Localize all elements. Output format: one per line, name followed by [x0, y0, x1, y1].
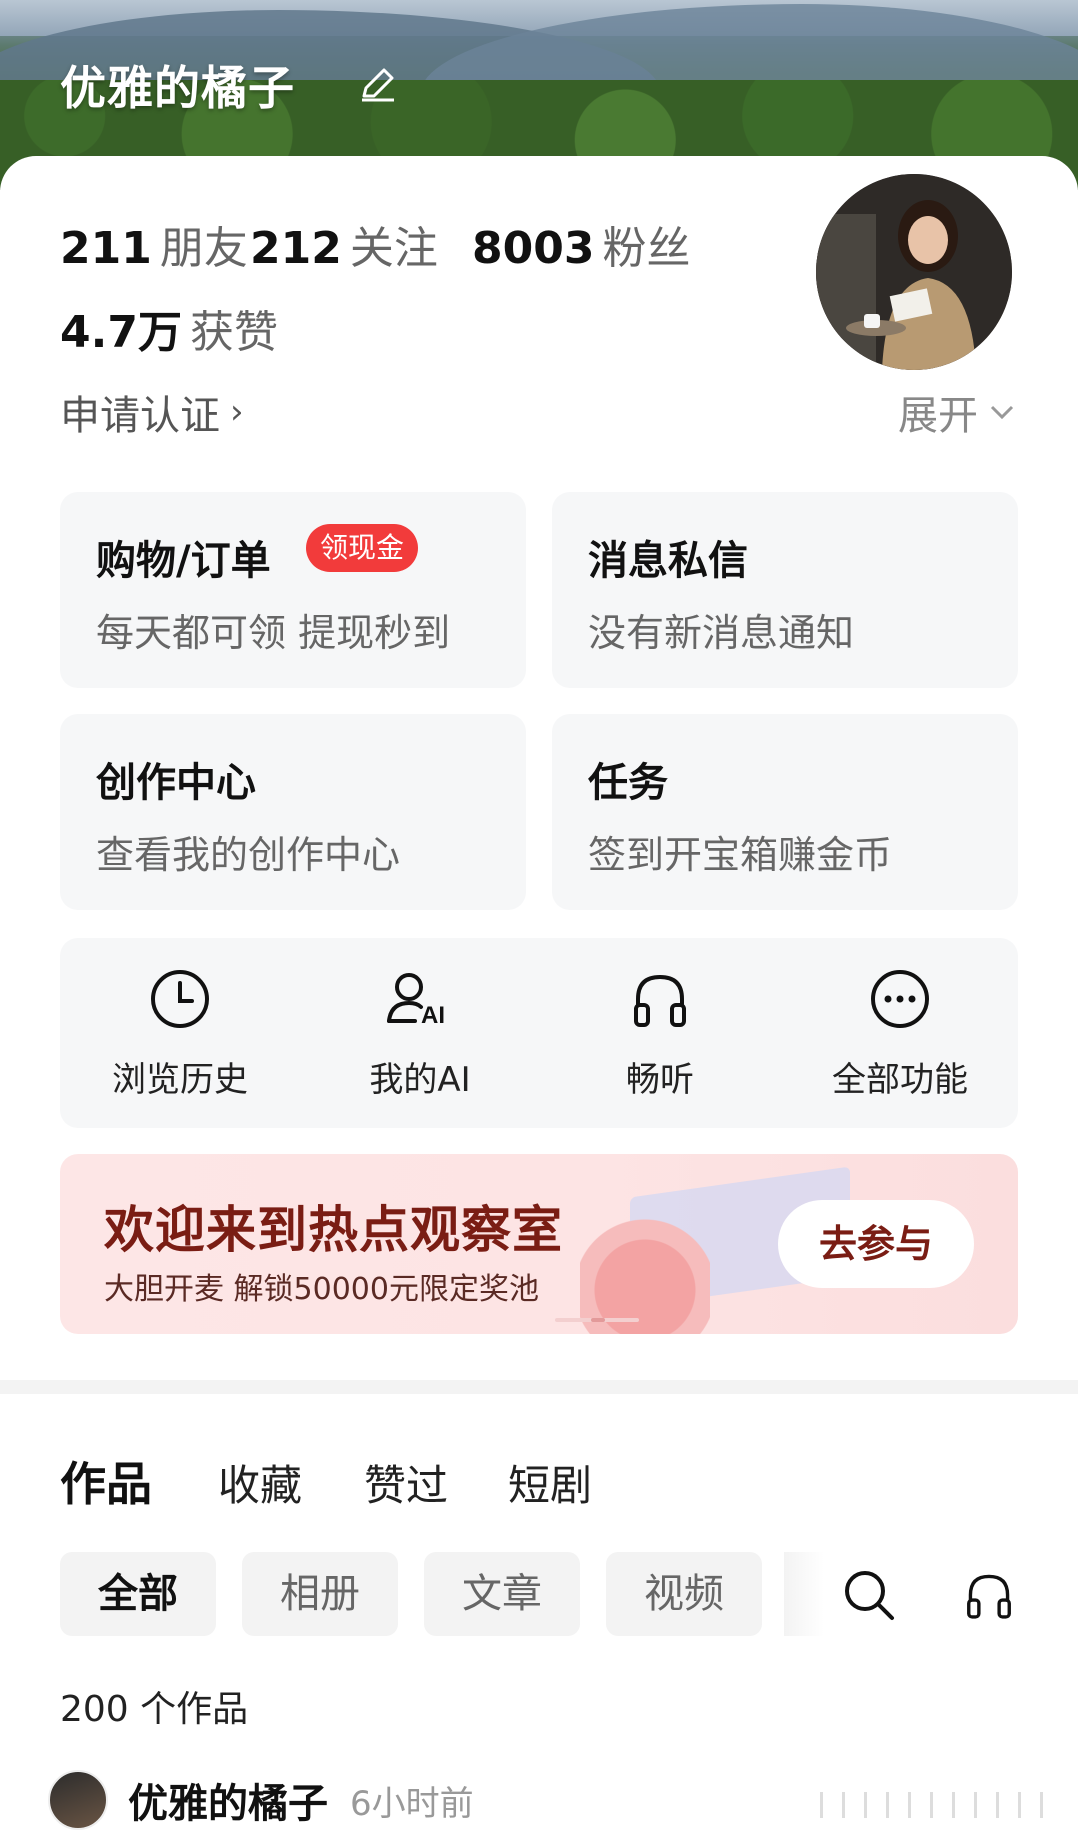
stat-label: 关注	[349, 223, 438, 274]
stat-label: 获赞	[189, 307, 278, 358]
avatar[interactable]	[810, 168, 1018, 376]
quick-action-listen[interactable]: 畅听	[540, 964, 780, 1101]
tab-works[interactable]: 作品	[60, 1448, 152, 1514]
filter-chip-all[interactable]: 全部	[60, 1552, 216, 1636]
cash-badge: 领现金	[306, 524, 419, 572]
verify-label: 申请认证	[60, 393, 220, 439]
stat-following[interactable]: 212 关注	[250, 212, 438, 276]
tile-messages[interactable]: 消息私信 没有新消息通知	[552, 492, 1018, 688]
quick-action-label: 我的AI	[369, 1060, 471, 1100]
banner-subtitle: 大胆开麦 解锁50000元限定奖池	[104, 1272, 539, 1307]
tile-title: 购物/订单	[96, 538, 271, 584]
tile-shopping-orders[interactable]: 购物/订单 领现金 每天都可领 提现秒到	[60, 492, 526, 688]
quick-action-label: 畅听	[626, 1060, 694, 1100]
stat-followers[interactable]: 8003 粉丝	[472, 212, 690, 276]
tile-creator-center[interactable]: 创作中心 查看我的创作中心	[60, 714, 526, 910]
expand-label: 展开	[898, 393, 978, 439]
post-author-avatar[interactable]	[48, 1770, 108, 1830]
more-dots-icon	[871, 970, 929, 1028]
clock-icon	[151, 970, 209, 1028]
tile-subtitle: 每天都可领 提现秒到	[96, 611, 451, 655]
post-preview-decoration	[820, 1792, 1060, 1818]
profile-username: 优雅的橘子	[60, 61, 295, 115]
tile-title: 消息私信	[588, 538, 748, 584]
filter-chip-album[interactable]: 相册	[242, 1552, 398, 1636]
filter-chip-article[interactable]: 文章	[424, 1552, 580, 1636]
stat-label: 朋友	[159, 223, 248, 274]
ai-user-icon: AI	[387, 973, 445, 1029]
tab-favorites[interactable]: 收藏	[218, 1452, 302, 1513]
stat-likes[interactable]: 4.7万 获赞	[60, 296, 278, 360]
banner-title: 欢迎来到热点观察室	[104, 1201, 563, 1259]
quick-action-label: 全部功能	[832, 1060, 968, 1100]
tab-liked[interactable]: 赞过	[364, 1452, 448, 1513]
post-author-name[interactable]: 优雅的橘子	[128, 1771, 328, 1829]
headphones-icon[interactable]	[962, 1568, 1016, 1622]
flame-icon	[580, 1206, 710, 1334]
quick-actions-bar: 浏览历史 AI 我的AI 畅听 全部功能	[60, 938, 1018, 1128]
banner-pagination	[555, 1318, 639, 1322]
works-count: 200 个作品	[60, 1689, 249, 1730]
stat-value: 211	[60, 223, 152, 274]
headphones-icon	[634, 974, 686, 1027]
quick-action-history[interactable]: 浏览历史	[60, 964, 300, 1101]
banner-join-button[interactable]: 去参与	[778, 1200, 974, 1288]
edit-pencil-icon[interactable]	[356, 62, 400, 106]
post-header[interactable]: 优雅的橘子 6小时前	[48, 1768, 474, 1832]
tile-subtitle: 没有新消息通知	[588, 611, 855, 655]
tile-subtitle: 查看我的创作中心	[96, 833, 401, 877]
tile-tasks[interactable]: 任务 签到开宝箱赚金币	[552, 714, 1018, 910]
stat-value: 4.7万	[60, 307, 182, 358]
promo-banner[interactable]: 欢迎来到热点观察室 大胆开麦 解锁50000元限定奖池 去参与	[60, 1154, 1018, 1334]
stat-value: 8003	[472, 223, 595, 274]
stat-friends[interactable]: 211 朋友	[60, 212, 248, 276]
tile-title: 创作中心	[96, 760, 256, 806]
apply-verification-link[interactable]: 申请认证 ›	[60, 383, 244, 441]
tile-subtitle: 签到开宝箱赚金币	[588, 833, 893, 877]
stat-label: 粉丝	[602, 223, 691, 274]
post-timestamp: 6小时前	[350, 1783, 474, 1824]
avatar-photo	[816, 174, 1012, 370]
section-divider	[0, 1380, 1078, 1394]
quick-action-all-features[interactable]: 全部功能	[780, 964, 1020, 1101]
quick-action-label: 浏览历史	[112, 1060, 248, 1100]
svg-text:AI: AI	[421, 1002, 445, 1029]
chevron-right-icon: ›	[230, 392, 244, 432]
stat-value: 212	[250, 223, 342, 274]
filter-chip-video[interactable]: 视频	[606, 1552, 762, 1636]
chevron-down-icon	[990, 405, 1014, 420]
expand-button[interactable]: 展开	[898, 383, 1016, 441]
tab-short-drama[interactable]: 短剧	[508, 1452, 592, 1513]
search-icon[interactable]	[842, 1568, 896, 1622]
chips-fade-edge	[784, 1552, 824, 1636]
tile-title: 任务	[588, 760, 668, 806]
quick-action-my-ai[interactable]: AI 我的AI	[300, 964, 540, 1101]
